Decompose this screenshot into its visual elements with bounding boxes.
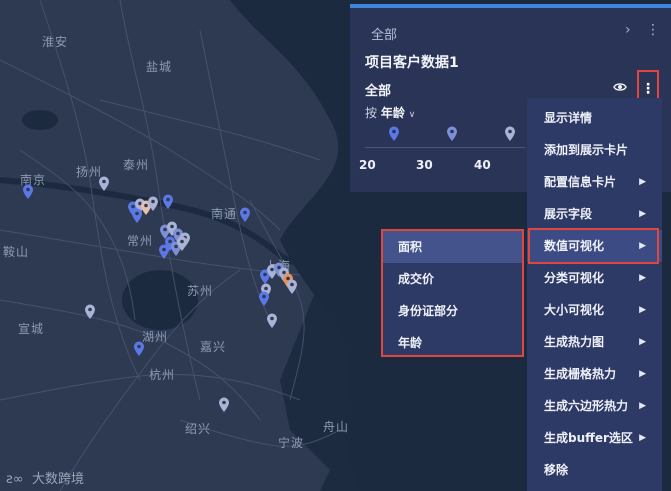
chevron-right-icon[interactable]: › [625,22,631,38]
chevron-down-icon: ∨ [408,110,416,120]
legend-marker-icon [505,126,515,141]
city-label: 宣城 [18,322,45,336]
group-by-prefix: 按 [365,106,378,120]
menu-item-label: 大小可视化 [544,303,605,317]
menu-item-label: 生成栅格热力 [544,367,617,381]
menu-item-remove[interactable]: 移除 [527,454,662,486]
map-marker-icon[interactable] [218,397,230,413]
caret-right-icon: ▶ [639,273,646,283]
map-marker-icon[interactable] [239,207,251,223]
submenu-item-id-part[interactable]: 身份证部分 [383,295,522,327]
menu-item-hexagon-heatmap[interactable]: 生成六边形热力 ▶ [527,390,662,422]
submenu-item-area[interactable]: 面积 [383,231,522,263]
menu-item-heatmap[interactable]: 生成热力图 ▶ [527,326,662,358]
menu-item-label: 添加到展示卡片 [544,143,629,157]
city-label: 盐城 [146,60,173,74]
city-label: 常州 [127,234,154,248]
axis-tick: 20 [359,158,376,172]
map-marker-icon[interactable] [162,194,174,210]
caret-right-icon: ▶ [639,369,646,379]
brand-logo: ƨ∞ 大数跨境 [6,468,85,488]
project-title: 项目客户数据1 [365,55,459,71]
logo-text: 大数跨境 [32,472,85,487]
menu-item-grid-heatmap[interactable]: 生成栅格热力 ▶ [527,358,662,390]
map-marker-icon[interactable] [147,196,159,212]
menu-item-label: 展示字段 [544,207,593,221]
caret-right-icon: ▶ [639,401,646,411]
menu-item-add-to-card[interactable]: 添加到展示卡片 [527,134,662,166]
caret-right-icon: ▶ [639,433,646,443]
axis-tick: 40 [474,158,491,172]
map-marker-icon[interactable] [258,291,270,307]
map-marker-icon[interactable] [84,304,96,320]
menu-item-label: 移除 [544,463,569,477]
menu-item-label: 生成六边形热力 [544,399,629,413]
city-label: 宁波 [278,436,305,450]
caret-right-icon: ▶ [639,209,646,219]
city-label: 泰州 [123,158,150,172]
layer-context-menu: 显示详情 添加到展示卡片 配置信息卡片 ▶ 展示字段 ▶ 数值可视化 ▶ 分类可视化 ▶ 大小可视化… [527,98,662,491]
eye-icon[interactable] [613,80,627,94]
menu-item-config-info-card[interactable]: 配置信息卡片 ▶ [527,166,662,198]
axis-tick: 30 [416,158,433,172]
more-vertical-icon[interactable]: ⋮ [646,22,660,38]
logo-icon: ƨ∞ [6,472,24,486]
legend-marker-icon [447,126,457,141]
menu-item-category-visualization[interactable]: 分类可视化 ▶ [527,262,662,294]
submenu-item-age[interactable]: 年龄 [383,327,522,359]
city-label: 绍兴 [185,422,212,436]
menu-item-show-details[interactable]: 显示详情 [527,102,662,134]
caret-right-icon: ▶ [639,337,646,347]
group-by-field[interactable]: 年龄 [381,106,405,120]
map-marker-icon[interactable] [98,176,110,192]
map-marker-icon[interactable] [131,208,143,224]
map-marker-icon[interactable] [22,184,34,200]
legend-marker-icon [389,126,399,141]
layer-group-label[interactable]: 全部 [371,24,397,43]
city-label: 苏州 [187,284,214,298]
menu-item-buffer-selection[interactable]: 生成buffer选区 ▶ [527,422,662,454]
city-label: 杭州 [149,368,176,382]
highlight-box [528,228,659,264]
map-marker-icon[interactable] [133,341,145,357]
menu-item-label: 生成buffer选区 [544,431,633,445]
map-marker-icon[interactable] [158,244,170,260]
menu-item-label: 配置信息卡片 [544,175,617,189]
caret-right-icon: ▶ [639,177,646,187]
city-label: 舟山 [323,420,350,434]
map-marker-icon[interactable] [286,279,298,295]
menu-item-label: 分类可视化 [544,271,605,285]
menu-item-display-fields[interactable]: 展示字段 ▶ [527,198,662,230]
city-label: 嘉兴 [200,340,227,354]
panel-header[interactable]: 全部 › ⋮ [350,8,671,52]
layer-name[interactable]: 全部 [365,80,391,99]
city-label: 湖州 [142,330,169,344]
menu-item-label: 生成热力图 [544,335,605,349]
caret-right-icon: ▶ [639,305,646,315]
menu-item-size-visualization[interactable]: 大小可视化 ▶ [527,294,662,326]
legend-axis [365,147,525,148]
map-marker-icon[interactable] [266,313,278,329]
svg-text:ƨ∞: ƨ∞ [6,472,24,486]
map-marker-icon[interactable] [176,236,188,252]
numeric-visualization-submenu: 面积 成交价 身份证部分 年龄 [381,229,524,357]
submenu-item-price[interactable]: 成交价 [383,263,522,295]
city-label: 淮安 [42,35,69,49]
menu-item-label: 显示详情 [544,111,593,125]
city-label: 南通 [211,207,238,221]
city-label: 鞍山 [3,245,30,259]
more-vertical-icon: ⋮ [641,81,655,97]
group-by-selector[interactable]: 按 年龄 ∨ [365,104,415,121]
